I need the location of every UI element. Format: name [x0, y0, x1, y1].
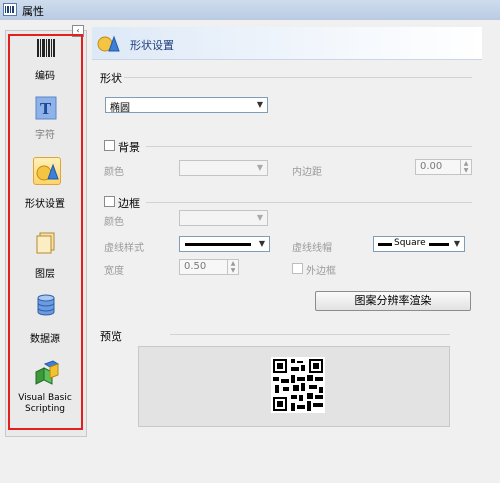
- chevron-down-icon[interactable]: ▼: [255, 237, 269, 251]
- divider: [146, 202, 472, 203]
- dash-cap-value: Square: [394, 238, 426, 248]
- shape-select[interactable]: 椭圆 ▼: [105, 97, 268, 114]
- preview-label: 预览: [100, 330, 122, 343]
- background-color-select[interactable]: ▼: [179, 160, 268, 176]
- border-color-label: 颜色: [104, 217, 124, 228]
- dash-style-select[interactable]: ▼: [179, 236, 270, 252]
- chevron-down-icon[interactable]: ▼: [253, 98, 267, 112]
- stepper-arrows-icon[interactable]: ▲ ▼: [460, 160, 471, 174]
- preview-area: [138, 346, 450, 427]
- shape-select-value: 椭圆: [110, 103, 130, 114]
- padding-value: 0.00: [420, 161, 443, 172]
- line-swatch-right: [429, 243, 449, 246]
- page-title: 形状设置: [130, 39, 174, 52]
- shape-settings-icon: [97, 35, 120, 52]
- background-checkbox[interactable]: [104, 140, 115, 151]
- dash-cap-select[interactable]: Square ▼: [373, 236, 465, 252]
- outer-border-label: 外边框: [306, 266, 336, 277]
- solid-line-swatch: [185, 243, 251, 246]
- shape-group-label: 形状: [100, 72, 122, 85]
- outer-border-checkbox[interactable]: [292, 263, 303, 274]
- border-width-stepper[interactable]: 0.50 ▲ ▼: [179, 259, 239, 275]
- background-color-label: 颜色: [104, 167, 124, 178]
- dash-cap-label: 虚线线帽: [292, 243, 332, 254]
- padding-label: 内边距: [292, 167, 322, 178]
- border-width-label: 宽度: [104, 266, 124, 277]
- background-label: 背景: [118, 141, 140, 154]
- divider: [124, 77, 472, 78]
- sidebar-highlight-frame: [8, 34, 83, 430]
- pattern-resolution-render-button[interactable]: 图案分辨率渲染: [315, 291, 471, 311]
- line-swatch-left: [378, 243, 392, 246]
- chevron-down-icon[interactable]: ▼: [450, 237, 464, 251]
- border-label: 边框: [118, 197, 140, 210]
- stepper-arrows-icon[interactable]: ▲ ▼: [227, 260, 238, 274]
- divider: [146, 146, 472, 147]
- app-icon: [3, 3, 17, 16]
- border-color-select[interactable]: ▼: [179, 210, 268, 226]
- border-checkbox[interactable]: [104, 196, 115, 207]
- title-bar: 属性: [0, 0, 500, 21]
- padding-stepper[interactable]: 0.00 ▲ ▼: [415, 159, 472, 175]
- chevron-down-icon[interactable]: ▼: [253, 161, 267, 175]
- chevron-down-icon[interactable]: ▼: [253, 211, 267, 225]
- border-width-value: 0.50: [184, 261, 207, 272]
- window-title: 属性: [22, 5, 44, 18]
- qr-code-preview: [271, 357, 325, 413]
- dash-style-label: 虚线样式: [104, 243, 144, 254]
- divider: [170, 334, 450, 335]
